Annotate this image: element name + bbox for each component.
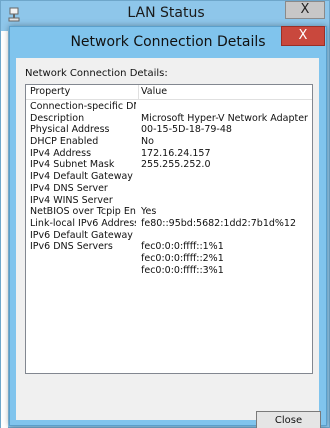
table-row[interactable]: IPv4 WINS Server	[26, 195, 312, 207]
value-cell: fec0:0:0:ffff::1%1	[141, 241, 224, 253]
property-cell: IPv4 Default Gateway	[30, 171, 133, 183]
property-cell: IPv4 DNS Server	[30, 182, 108, 194]
dialog-titlebar[interactable]: Network Connection Details X	[10, 26, 326, 57]
table-row[interactable]: Link-local IPv6 Address fe80::95bd:5682:1…	[26, 218, 312, 230]
value-cell: 255.255.252.0	[141, 159, 211, 171]
table-row[interactable]: Connection-specific DN...	[26, 101, 312, 113]
details-listview[interactable]: Property Value Connection-specific DN...…	[25, 84, 313, 374]
lan-status-title: LAN Status	[127, 5, 205, 21]
property-cell: Connection-specific DN...	[30, 101, 136, 112]
table-row[interactable]: IPv4 Address 172.16.24.157	[26, 148, 312, 160]
table-row[interactable]: IPv6 Default Gateway	[26, 230, 312, 242]
lan-status-content-edge	[1, 31, 8, 428]
table-row[interactable]: Physical Address 00-15-5D-18-79-48	[26, 124, 312, 136]
property-cell: Description	[30, 112, 85, 124]
value-cell: fe80::95bd:5682:1dd2:7b1d%12	[141, 217, 297, 229]
value-cell: 172.16.24.157	[141, 147, 211, 159]
column-divider[interactable]	[138, 85, 139, 99]
dialog-title: Network Connection Details	[70, 34, 266, 50]
property-cell: Physical Address	[30, 124, 110, 136]
value-cell: No	[141, 136, 154, 148]
table-row[interactable]: DHCP Enabled No	[26, 136, 312, 148]
listview-header: Property Value	[26, 85, 312, 100]
property-cell: IPv6 Default Gateway	[30, 229, 133, 241]
property-cell: IPv4 Subnet Mask	[30, 159, 115, 171]
value-cell: Yes	[141, 206, 157, 218]
table-row[interactable]: IPv4 Subnet Mask 255.255.252.0	[26, 159, 312, 171]
property-cell: NetBIOS over Tcpip En...	[30, 206, 136, 218]
close-button[interactable]: Close	[256, 411, 321, 428]
property-cell: IPv4 WINS Server	[30, 194, 113, 206]
section-label: Network Connection Details:	[25, 68, 168, 79]
value-cell: fec0:0:0:ffff::2%1	[141, 252, 224, 264]
property-cell: Link-local IPv6 Address	[30, 217, 136, 229]
table-row[interactable]: fec0:0:0:ffff::2%1	[26, 253, 312, 265]
table-row[interactable]: IPv4 Default Gateway	[26, 171, 312, 183]
column-header-value[interactable]: Value	[141, 86, 167, 98]
dialog-close-icon[interactable]: X	[281, 26, 325, 46]
value-cell: 00-15-5D-18-79-48	[141, 124, 232, 136]
dialog-client-area: Network Connection Details: Property Val…	[16, 58, 321, 428]
value-cell: fec0:0:0:ffff::3%1	[141, 264, 224, 276]
network-connection-details-dialog: Network Connection Details X Network Con…	[9, 26, 327, 428]
table-row[interactable]: IPv6 DNS Servers fec0:0:0:ffff::1%1	[26, 241, 312, 253]
value-cell: Microsoft Hyper-V Network Adapter	[141, 112, 308, 124]
property-cell: IPv6 DNS Servers	[30, 241, 113, 253]
table-row[interactable]: fec0:0:0:ffff::3%1	[26, 265, 312, 277]
column-header-property[interactable]: Property	[30, 86, 70, 98]
lan-status-close-button[interactable]: X	[285, 1, 325, 19]
property-cell: DHCP Enabled	[30, 136, 99, 148]
table-row[interactable]: Description Microsoft Hyper-V Network Ada…	[26, 113, 312, 125]
listview-rows: Connection-specific DN... Description Mic…	[26, 101, 312, 276]
table-row[interactable]: NetBIOS over Tcpip En... Yes	[26, 206, 312, 218]
property-cell: IPv4 Address	[30, 147, 92, 159]
table-row[interactable]: IPv4 DNS Server	[26, 183, 312, 195]
